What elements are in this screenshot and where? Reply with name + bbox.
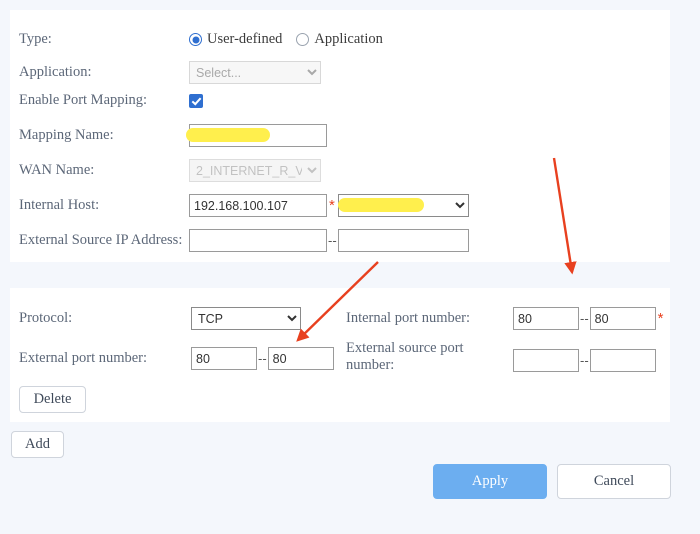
field-row-application: Application: Select...	[19, 61, 321, 84]
apply-button[interactable]: Apply	[433, 464, 547, 499]
application-select[interactable]: Select...	[189, 61, 321, 84]
port-mapping-settings-panel: Type: User-defined Application Applicati…	[10, 10, 670, 262]
field-row-external-source-port: External source port number: --	[346, 340, 656, 375]
field-row-protocol: Protocol: TCP	[19, 307, 301, 330]
external-source-port-label: External source port number:	[346, 340, 464, 374]
internal-host-picker-select[interactable]	[337, 194, 469, 217]
field-row-internal-host: Internal Host: *	[19, 194, 469, 217]
mapping-name-input[interactable]	[189, 124, 327, 147]
internal-host-required-marker: *	[329, 197, 335, 214]
radio-user-defined[interactable]: User-defined	[189, 31, 282, 48]
field-row-wan-name: WAN Name: 2_INTERNET_R_V	[19, 159, 321, 182]
internal-port-start-input[interactable]	[513, 307, 579, 330]
radio-application[interactable]: Application	[296, 31, 383, 48]
radio-application-indicator[interactable]	[296, 33, 310, 47]
internal-port-label: Internal port number:	[346, 309, 471, 326]
port-mapping-rule-panel: Protocol: TCP Internal port number: -- *…	[10, 288, 670, 422]
external-port-separator: --	[258, 351, 267, 366]
enable-port-mapping-label: Enable Port Mapping:	[19, 92, 148, 108]
external-source-ip-label: External Source IP Address:	[19, 231, 183, 248]
external-source-ip-end-input[interactable]	[337, 229, 469, 252]
field-row-enable-port-mapping: Enable Port Mapping:	[19, 92, 203, 109]
external-source-port-start-input[interactable]	[513, 349, 579, 372]
wan-name-select: 2_INTERNET_R_V	[189, 159, 321, 182]
internal-host-input[interactable]	[189, 194, 327, 217]
protocol-select[interactable]: TCP	[191, 307, 301, 330]
field-row-internal-port: Internal port number: -- *	[346, 307, 664, 330]
external-source-ip-start-input[interactable]	[189, 229, 327, 252]
type-radio-group[interactable]: User-defined Application	[189, 31, 383, 48]
cancel-button[interactable]: Cancel	[557, 464, 671, 499]
protocol-label: Protocol:	[19, 309, 73, 326]
external-port-end-input[interactable]	[267, 347, 334, 370]
field-row-external-port: External port number: --	[19, 347, 334, 370]
field-row-type: Type: User-defined Application	[19, 31, 383, 48]
field-row-external-source-ip: External Source IP Address: --	[19, 229, 469, 252]
external-source-ip-separator: --	[328, 233, 337, 248]
application-label: Application:	[19, 63, 92, 80]
enable-port-mapping-checkbox[interactable]	[189, 93, 203, 108]
external-port-label: External port number:	[19, 349, 148, 366]
field-row-mapping-name: Mapping Name:	[19, 124, 327, 147]
internal-port-separator: --	[580, 311, 589, 326]
mapping-name-label: Mapping Name:	[19, 126, 114, 143]
internal-port-required-marker: *	[657, 310, 664, 327]
wan-name-label: WAN Name:	[19, 161, 95, 178]
radio-user-defined-indicator[interactable]	[189, 33, 202, 47]
add-button[interactable]: Add	[11, 431, 64, 458]
radio-application-label: Application	[314, 31, 383, 48]
external-source-port-end-input[interactable]	[589, 349, 656, 372]
external-source-port-separator: --	[580, 353, 589, 368]
external-port-start-input[interactable]	[191, 347, 257, 370]
delete-button[interactable]: Delete	[19, 386, 86, 413]
radio-user-defined-label: User-defined	[207, 31, 283, 48]
internal-host-label: Internal Host:	[19, 196, 100, 213]
internal-port-end-input[interactable]	[589, 307, 656, 330]
type-label: Type:	[19, 31, 52, 47]
